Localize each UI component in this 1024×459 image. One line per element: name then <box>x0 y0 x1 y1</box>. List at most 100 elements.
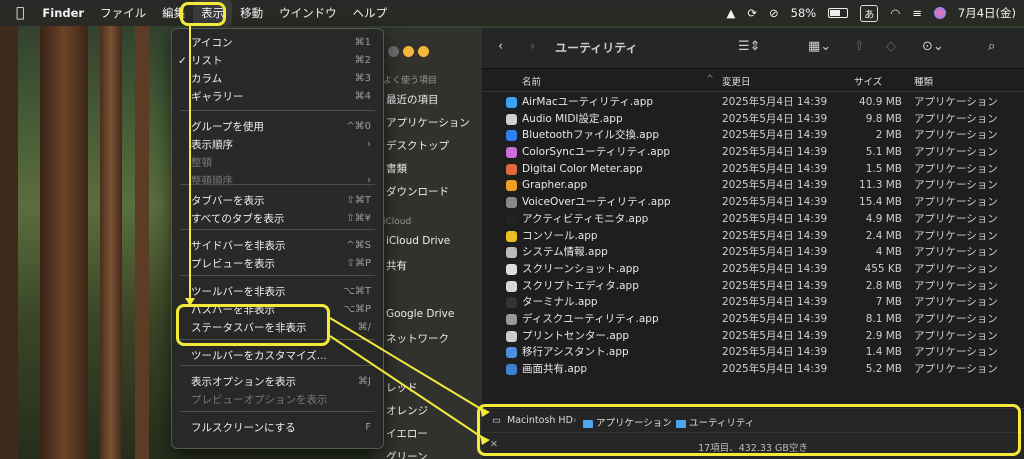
view-menu-item[interactable]: ✓ リスト ⌘2 <box>172 52 383 70</box>
cell-date: 2025年5月4日 14:39 <box>722 296 828 309</box>
app-icon <box>506 180 517 192</box>
sidebar-tag-orange[interactable]: オレンジ <box>386 403 428 418</box>
cell-date: 2025年5月4日 14:39 <box>722 196 828 209</box>
table-row[interactable]: 移行アシスタント.app 2025年5月4日 14:39 1.4 MB アプリケーショ… <box>482 344 1024 361</box>
cell-kind: アプリケーション <box>914 346 998 359</box>
apple-icon[interactable]:  <box>10 5 34 21</box>
sidebar-item-icloud-drive[interactable]: iCloud Drive <box>386 235 450 247</box>
more-icon[interactable]: ⊙⌄ <box>922 39 944 54</box>
table-row[interactable]: ディスクユーティリティ.app 2025年5月4日 14:39 8.1 MB アプリケ… <box>482 311 1024 328</box>
app-icon <box>506 230 517 242</box>
sidebar-tag-green[interactable]: グリーン <box>386 449 427 459</box>
column-header: 名前 ^ 変更日 サイズ 種類 <box>482 69 1024 92</box>
cell-name: 画面共有.app <box>522 363 588 375</box>
sidebar-item-applications[interactable]: アプリケーション <box>386 115 470 130</box>
search-icon[interactable]: ⌕ <box>988 39 995 54</box>
col-size[interactable]: サイズ <box>854 74 882 88</box>
view-menu-item[interactable]: プレビューを表示 ⇧⌘P <box>172 255 383 273</box>
share-icon[interactable]: ⇧ <box>854 39 865 54</box>
table-row[interactable]: Grapher.app 2025年5月4日 14:39 11.3 MB アプリケーショ… <box>482 177 1024 194</box>
menu-window[interactable]: ウインドウ <box>271 0 345 26</box>
view-menu-item[interactable]: すべてのタブを表示 ⇧⌘¥ <box>172 210 383 228</box>
cell-size: 2.8 MB <box>865 279 902 292</box>
menu-bar:  Finder ファイル 編集 表示 移動 ウインドウ ヘルプ ▲ ⟳ ⊘ 5… <box>0 0 1024 26</box>
table-row[interactable]: AirMacユーティリティ.app 2025年5月4日 14:39 40.9 MB ア… <box>482 94 1024 111</box>
table-row[interactable]: スクリーンショット.app 2025年5月4日 14:39 455 KB アプリケーシ… <box>482 261 1024 278</box>
input-method[interactable]: あ <box>860 4 879 22</box>
drive-icon[interactable]: ▲ <box>727 6 736 20</box>
table-row[interactable]: システム情報.app 2025年5月4日 14:39 4 MB アプリケーション <box>482 244 1024 261</box>
wifi-icon[interactable]: ◠ <box>890 6 900 20</box>
back-icon[interactable]: ‹ <box>498 39 503 54</box>
cell-size: 11.3 MB <box>859 179 902 192</box>
app-icon <box>506 97 517 108</box>
control-center-icon[interactable]: ≡ <box>912 6 922 20</box>
menu-finder[interactable]: Finder <box>34 0 92 26</box>
menu-item-shortcut: ^⌘S <box>346 240 371 251</box>
cell-date: 2025年5月4日 14:39 <box>722 96 828 108</box>
sidebar: よく使う項目 最近の項目 アプリケーション デスクトップ 書類 ダウンロード i… <box>372 28 482 459</box>
sidebar-tag-red[interactable]: レッド <box>386 380 418 395</box>
view-menu-item[interactable]: 表示オプションを表示 ⌘J <box>172 373 383 391</box>
view-menu-item: 整頓順序 › <box>172 172 383 190</box>
table-row[interactable]: VoiceOverユーティリティ.app 2025年5月4日 14:39 15.4 … <box>482 194 1024 211</box>
sidebar-tag-yellow[interactable]: イエロー <box>386 426 428 441</box>
cell-date: 2025年5月4日 14:39 <box>722 262 828 275</box>
sidebar-item-recents[interactable]: 最近の項目 <box>386 92 439 107</box>
menu-go[interactable]: 移動 <box>232 0 271 26</box>
menu-item-label: リスト <box>191 55 223 67</box>
view-menu-item[interactable]: ツールバーを非表示 ⌥⌘T <box>172 283 383 301</box>
view-menu-item[interactable]: フルスクリーンにする F <box>172 419 383 437</box>
menu-file[interactable]: ファイル <box>92 0 154 26</box>
zoom-button[interactable] <box>418 46 429 57</box>
grid-icon[interactable]: ▦⌄ <box>808 39 831 54</box>
cell-name: Grapher.app <box>522 179 588 192</box>
col-kind[interactable]: 種類 <box>914 74 933 88</box>
tag-icon[interactable]: ◇ <box>886 39 896 54</box>
view-menu-item[interactable]: カラム ⌘3 <box>172 70 383 88</box>
view-menu-item[interactable]: ツールバーをカスタマイズ... <box>172 347 383 365</box>
table-row[interactable]: Digital Color Meter.app 2025年5月4日 14:39 1.… <box>482 161 1024 178</box>
cell-kind: アプリケーション <box>914 262 998 275</box>
clock[interactable]: 7月4日(金) <box>958 5 1016 21</box>
sidebar-item-shared[interactable]: 共有 <box>386 258 407 273</box>
table-row[interactable]: 画面共有.app 2025年5月4日 14:39 5.2 MB アプリケーション <box>482 361 1024 378</box>
forward-icon[interactable]: › <box>530 39 535 54</box>
table-row[interactable]: スクリプトエディタ.app 2025年5月4日 14:39 2.8 MB アプリケーシ… <box>482 278 1024 295</box>
table-row[interactable]: コンソール.app 2025年5月4日 14:39 2.4 MB アプリケーション <box>482 228 1024 245</box>
battery-percent[interactable]: 58% <box>791 6 817 20</box>
sidebar-item-downloads[interactable]: ダウンロード <box>386 184 449 199</box>
list-view-icon[interactable]: ☰⇕ <box>738 39 761 54</box>
table-row[interactable]: ターミナル.app 2025年5月4日 14:39 7 MB アプリケーション <box>482 294 1024 311</box>
cell-kind: アプリケーション <box>914 129 998 142</box>
view-menu-item[interactable]: サイドバーを非表示 ^⌘S <box>172 237 383 255</box>
app-icon <box>506 347 517 359</box>
menu-help[interactable]: ヘルプ <box>345 0 396 26</box>
sync-icon[interactable]: ⟳ <box>747 6 757 20</box>
table-row[interactable]: Bluetoothファイル交換.app 2025年5月4日 14:39 2 MB アプ… <box>482 127 1024 144</box>
table-row[interactable]: ColorSyncユーティリティ.app 2025年5月4日 14:39 5.1 M… <box>482 144 1024 161</box>
sidebar-item-documents[interactable]: 書類 <box>386 161 407 176</box>
close-button[interactable] <box>388 46 399 57</box>
cell-size: 7 MB <box>875 296 902 309</box>
minimize-button[interactable] <box>403 46 414 57</box>
view-menu-item[interactable]: アイコン ⌘1 <box>172 34 383 52</box>
siri-icon[interactable] <box>933 7 946 19</box>
cell-size: 40.9 MB <box>859 96 902 108</box>
view-menu-item[interactable]: タブバーを表示 ⇧⌘T <box>172 192 383 210</box>
sidebar-item-google-drive[interactable]: Google Drive <box>386 308 454 320</box>
table-row[interactable]: プリントセンター.app 2025年5月4日 14:39 2.9 MB アプリケーショ… <box>482 328 1024 345</box>
sidebar-item-network[interactable]: ネットワーク <box>386 331 449 346</box>
view-menu-item[interactable]: ギャラリー ⌘4 <box>172 88 383 106</box>
col-name[interactable]: 名前 <box>522 74 541 88</box>
table-row[interactable]: アクティビティモニタ.app 2025年5月4日 14:39 4.9 MB アプリケー… <box>482 211 1024 228</box>
cell-size: 4.9 MB <box>865 212 902 225</box>
menu-item-label: カラム <box>191 73 223 85</box>
view-menu-item[interactable]: グループを使用 ^⌘0 <box>172 118 383 136</box>
bluetooth-off-icon[interactable]: ⊘ <box>769 6 779 20</box>
table-row[interactable]: Audio MIDI設定.app 2025年5月4日 14:39 9.8 MB アプリ… <box>482 111 1024 128</box>
view-menu-item[interactable]: 表示順序 › <box>172 136 383 154</box>
battery-icon[interactable] <box>828 8 849 18</box>
sidebar-item-desktop[interactable]: デスクトップ <box>386 138 449 153</box>
col-date[interactable]: 変更日 <box>722 74 751 88</box>
